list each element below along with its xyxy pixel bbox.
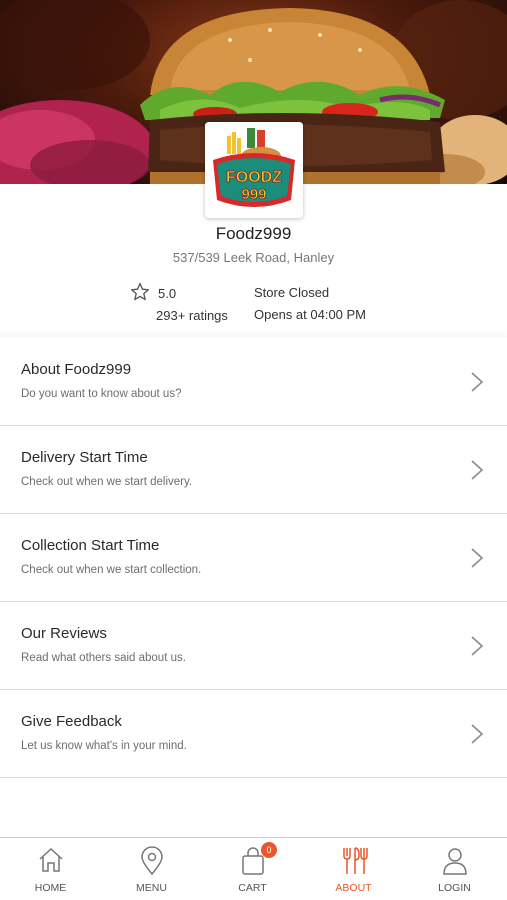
list-item-title: About Foodz999 [21, 361, 132, 378]
store-name: Foodz999 [215, 224, 292, 243]
user-icon [443, 848, 467, 875]
rating-value: 5.0 [158, 286, 177, 301]
tab-menu[interactable]: MENU [101, 838, 202, 900]
store-logo: FOODZ 999 [205, 122, 303, 218]
chevron-right-icon [471, 636, 484, 656]
logo-wordmark-top: FOODZ [226, 169, 282, 186]
tab-label: ABOUT [335, 882, 372, 894]
tab-label: HOME [34, 882, 67, 894]
store-status-block: Store Closed Opens at 04:00 PM [254, 285, 366, 322]
chevron-right-icon [471, 548, 484, 568]
rating-count: 293+ ratings [156, 308, 228, 323]
list-item-subtitle: Do you want to know about us? [21, 388, 182, 400]
list-item-title: Delivery Start Time [21, 449, 148, 466]
list-item-subtitle: Check out when we start collection. [21, 564, 202, 576]
list-item-delivery-start-time[interactable]: Delivery Start Time Check out when we st… [0, 426, 507, 514]
tab-label: CART [238, 882, 267, 894]
store-status: Store Closed [254, 285, 330, 300]
chevron-right-icon [471, 372, 484, 392]
cart-count-badge: 0 [261, 842, 277, 858]
tab-home[interactable]: HOME [0, 838, 101, 900]
fork-knife-icon [343, 847, 368, 874]
store-opening-hours: Opens at 04:00 PM [254, 307, 367, 322]
list-item-title: Collection Start Time [21, 537, 160, 554]
tab-label: LOGIN [438, 882, 471, 894]
chevron-right-icon [471, 724, 484, 744]
list-item-subtitle: Read what others said about us. [21, 652, 186, 664]
tab-cart[interactable]: 0 CART [202, 838, 303, 900]
list-item-subtitle: Check out when we start delivery. [21, 476, 193, 488]
location-pin-icon [141, 846, 163, 876]
home-icon [39, 847, 63, 872]
list-item-our-reviews[interactable]: Our Reviews Read what others said about … [0, 602, 507, 690]
tab-login[interactable]: LOGIN [404, 838, 505, 900]
star-icon [131, 283, 149, 301]
tab-label: MENU [136, 882, 167, 894]
chevron-right-icon [471, 460, 484, 480]
list-item-title: Give Feedback [21, 713, 122, 730]
list-item-give-feedback[interactable]: Give Feedback Let us know what's in your… [0, 690, 507, 778]
store-address: 537/539 Leek Road, Hanley [172, 250, 335, 265]
logo-wordmark-bottom: 999 [241, 186, 266, 203]
tab-about[interactable]: ABOUT [303, 838, 404, 900]
bottom-tab-bar: HOME MENU 0 CART ABOUT LOGIN [0, 837, 507, 900]
list-item-subtitle: Let us know what's in your mind. [21, 740, 187, 752]
list-item-about[interactable]: About Foodz999 Do you want to know about… [0, 338, 507, 426]
list-item-title: Our Reviews [21, 625, 107, 642]
list-item-collection-start-time[interactable]: Collection Start Time Check out when we … [0, 514, 507, 602]
about-menu-list: About Foodz999 Do you want to know about… [0, 338, 507, 778]
